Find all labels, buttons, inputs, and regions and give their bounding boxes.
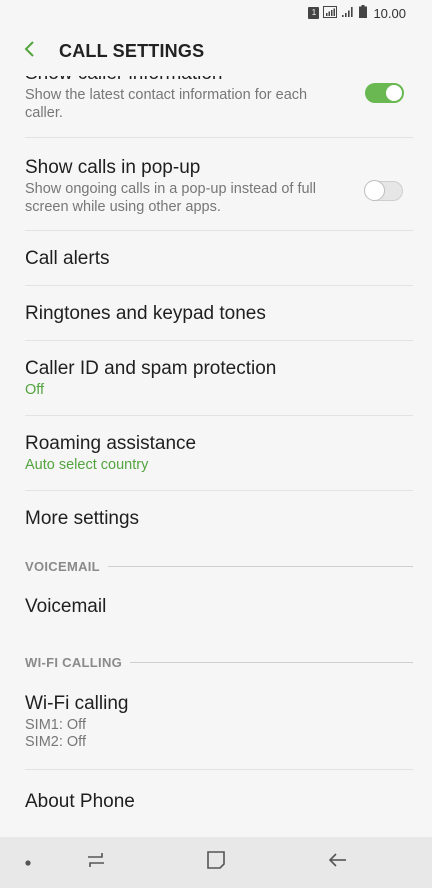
battery-icon xyxy=(359,5,368,21)
ringtones-item[interactable]: Ringtones and keypad tones xyxy=(25,286,413,341)
app-header: CALL SETTINGS xyxy=(0,26,432,76)
chevron-left-icon xyxy=(23,40,35,63)
wifi-section-label: WI-FI CALLING xyxy=(25,654,123,670)
home-button[interactable] xyxy=(198,849,234,875)
caller-id-item[interactable]: Caller ID and spam protection Off xyxy=(25,341,413,416)
section-divider xyxy=(107,565,413,567)
navigation-bar xyxy=(0,837,432,888)
more-settings-title: More settings xyxy=(25,508,140,529)
popup-item[interactable]: Show calls in pop-up Show ongoing calls … xyxy=(25,138,413,231)
voicemail-section-label: VOICEMAIL xyxy=(25,558,100,574)
voicemail-item[interactable]: Voicemail xyxy=(25,581,413,647)
settings-list[interactable]: Show caller information Show the latest … xyxy=(0,76,432,836)
caller-info-title: Show caller information xyxy=(25,76,413,86)
recents-button[interactable] xyxy=(78,849,114,875)
wifi-calling-title: Wi-Fi calling xyxy=(25,693,129,714)
about-phone-item[interactable]: About Phone xyxy=(25,770,413,830)
back-nav-button[interactable] xyxy=(320,849,356,875)
roaming-item[interactable]: Roaming assistance Auto select country xyxy=(25,416,413,491)
about-phone-title: About Phone xyxy=(25,791,135,812)
popup-title: Show calls in pop-up xyxy=(25,157,201,178)
roaming-title: Roaming assistance xyxy=(25,433,197,454)
caller-id-title: Caller ID and spam protection xyxy=(25,358,277,379)
caller-info-item[interactable]: Show caller information Show the latest … xyxy=(25,76,413,138)
call-alerts-item[interactable]: Call alerts xyxy=(25,231,413,286)
more-settings-item[interactable]: More settings xyxy=(25,491,413,551)
caller-info-desc: Show the latest contact information for … xyxy=(25,87,308,121)
wifi-sim1-status: SIM1: Off xyxy=(25,717,86,733)
sim-card-icon: 1 xyxy=(308,7,320,19)
dot-icon xyxy=(25,853,31,871)
wifi-calling-item[interactable]: Wi-Fi calling SIM1: Off SIM2: Off xyxy=(25,677,413,770)
wifi-section-header: WI-FI CALLING xyxy=(25,647,413,677)
clock: 10.00 xyxy=(373,5,406,21)
back-arrow-icon xyxy=(328,852,348,873)
voicemail-section-header: VOICEMAIL xyxy=(25,551,413,581)
wifi-sim2-status: SIM2: Off xyxy=(25,734,86,750)
voicemail-title: Voicemail xyxy=(25,596,107,617)
section-divider xyxy=(130,661,413,663)
recents-icon xyxy=(86,852,106,873)
toggle-knob xyxy=(364,180,385,201)
home-icon xyxy=(206,850,226,874)
status-bar: 1 10.00 xyxy=(0,0,432,26)
toggle-knob xyxy=(384,83,404,103)
caller-info-toggle[interactable] xyxy=(365,83,404,103)
back-button[interactable] xyxy=(0,26,58,76)
roaming-value: Auto select country xyxy=(25,457,149,473)
signal-sim1-icon xyxy=(323,5,338,21)
caller-id-value: Off xyxy=(25,382,45,398)
call-alerts-title: Call alerts xyxy=(25,248,110,269)
nav-dot-button[interactable] xyxy=(18,852,38,872)
ringtones-title: Ringtones and keypad tones xyxy=(25,303,266,324)
popup-toggle[interactable] xyxy=(364,180,403,201)
signal-sim2-icon xyxy=(341,6,355,21)
page-title: CALL SETTINGS xyxy=(59,40,205,61)
popup-desc: Show ongoing calls in a pop-up instead o… xyxy=(25,181,316,215)
